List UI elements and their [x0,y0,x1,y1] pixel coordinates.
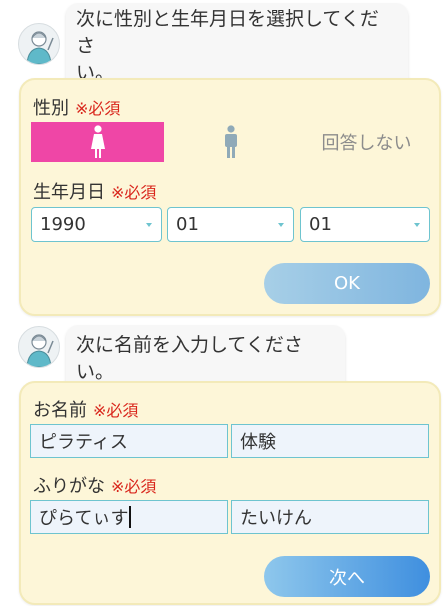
chat-form-page: 次に性別と生年月日を選択してくださ い。 性別 ※必須 回答しない 生年月日 ※… [0,0,447,606]
chevron-down-icon [278,223,284,227]
required-badge: ※必須 [75,99,121,118]
birth-year-value: 1990 [40,214,86,235]
first-name-kana-input[interactable]: たいけん [231,500,429,534]
gender-label: 性別 [33,98,69,119]
ok-button-label: OK [334,273,360,294]
last-name-kana-value: ぴらてぃす [39,508,129,529]
name-label: お名前 [33,400,87,421]
operator-avatar-icon [18,23,60,65]
gender-none-option[interactable]: 回答しない [299,122,434,162]
kana-label: ふりがな [33,476,105,497]
kana-label-row: ふりがな ※必須 [33,472,156,498]
last-name-value: ピラティス [39,432,128,453]
profile-form-card: 性別 ※必須 回答しない 生年月日 ※必須 1990 01 01 OK [19,78,441,316]
birth-year-select[interactable]: 1990 [31,207,162,242]
next-button-label: 次へ [329,567,365,589]
first-name-kana-value: たいけん [240,508,312,529]
birth-day-value: 01 [309,214,332,235]
first-name-input[interactable]: 体験 [231,424,429,458]
gender-male-option[interactable] [169,122,293,162]
chat-text-2: 次に名前を入力してください。 [76,334,303,383]
required-badge: ※必須 [111,183,157,202]
last-name-input[interactable]: ピラティス [30,424,228,458]
birth-day-select[interactable]: 01 [300,207,430,242]
chevron-down-icon [146,223,152,227]
chevron-down-icon [414,223,420,227]
birthdate-label: 生年月日 [33,182,105,203]
chat-text-1-line1: 次に性別と生年月日を選択してくださ [76,8,379,57]
birth-month-value: 01 [176,214,199,235]
required-badge: ※必須 [93,401,139,420]
gender-none-label: 回答しない [321,133,412,154]
last-name-kana-input[interactable]: ぴらてぃす [30,500,228,534]
text-cursor [129,506,131,528]
required-badge: ※必須 [111,477,157,496]
male-icon [225,125,237,158]
birthdate-label-row: 生年月日 ※必須 [33,178,156,204]
female-icon [90,125,105,158]
ok-button[interactable]: OK [264,263,430,304]
operator-avatar-icon [18,326,60,368]
birth-month-select[interactable]: 01 [167,207,294,242]
name-form-card: お名前 ※必須 ピラティス 体験 ふりがな ※必須 ぴらてぃす たいけん 次へ [19,381,441,605]
name-label-row: お名前 ※必須 [33,396,138,422]
gender-label-row: 性別 ※必須 [33,94,120,120]
next-button[interactable]: 次へ [264,556,430,597]
gender-female-option[interactable] [31,122,164,162]
first-name-value: 体験 [240,432,276,453]
